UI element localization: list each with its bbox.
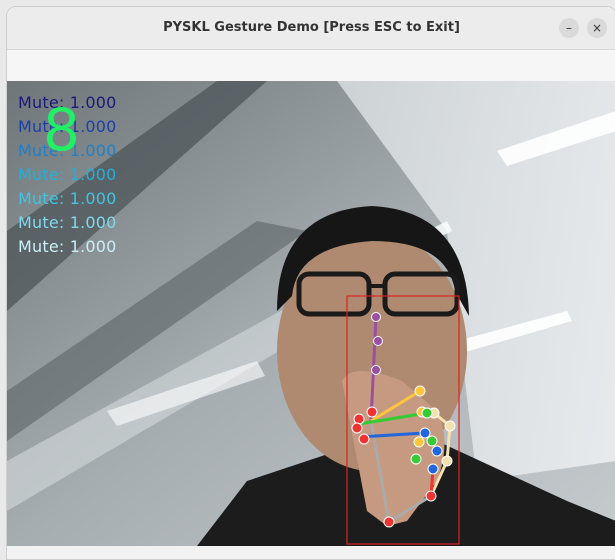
gesture-count-digit: 8 bbox=[43, 96, 80, 164]
gesture-score-text: Mute: 1.000 bbox=[18, 213, 117, 232]
title-bar[interactable]: PYSKL Gesture Demo [Press ESC to Exit] –… bbox=[7, 7, 615, 50]
minimize-button[interactable]: – bbox=[559, 18, 579, 38]
camera-viewport: Mute: 1.000 Mute: 1.000 Mute: 1.000 Mute… bbox=[7, 81, 615, 546]
gesture-score-line-5: Mute: 1.000 bbox=[18, 189, 117, 208]
gesture-score-line-6: Mute: 1.000 bbox=[18, 213, 117, 232]
toolbar-area bbox=[7, 50, 615, 81]
status-bar bbox=[7, 546, 615, 559]
gesture-score-text: Mute: 1.000 bbox=[18, 165, 117, 184]
gesture-score-text: Mute: 1.000 bbox=[18, 189, 117, 208]
gesture-score-line-7: Mute: 1.000 bbox=[18, 237, 117, 256]
gesture-score-line-4: Mute: 1.000 bbox=[18, 165, 117, 184]
app-window: PYSKL Gesture Demo [Press ESC to Exit] –… bbox=[6, 6, 615, 560]
close-button[interactable]: × bbox=[587, 18, 607, 38]
window-title: PYSKL Gesture Demo [Press ESC to Exit] bbox=[163, 20, 460, 35]
gesture-score-text: Mute: 1.000 bbox=[18, 237, 117, 256]
